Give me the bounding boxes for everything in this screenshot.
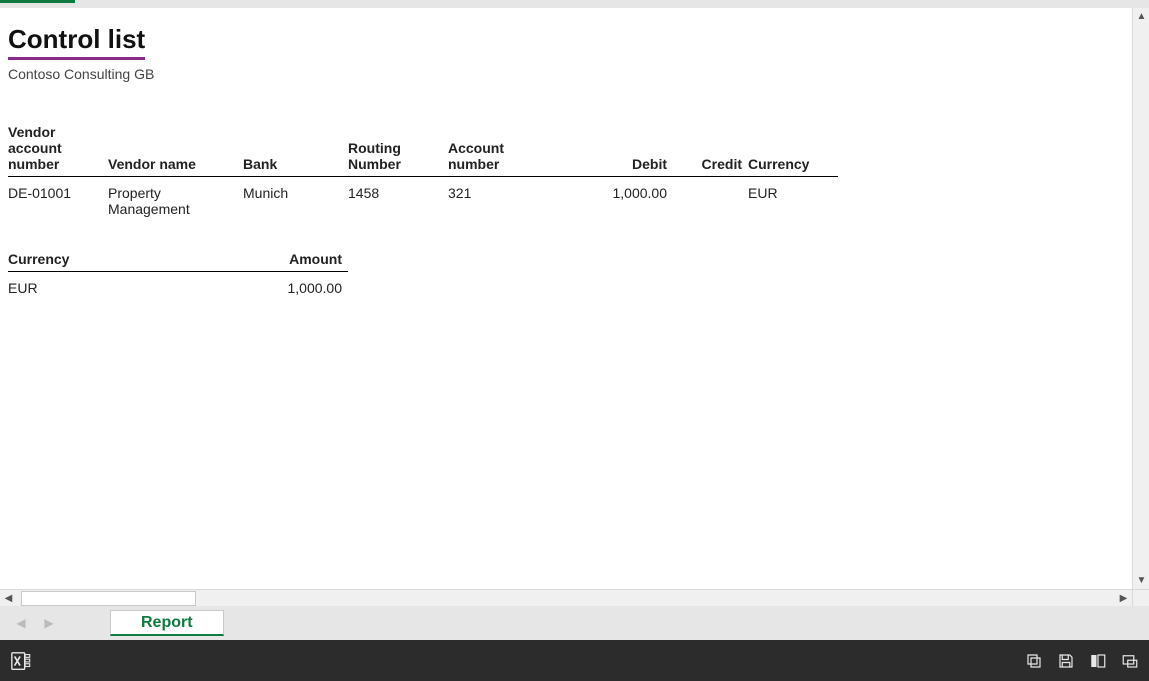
table-row: DE-01001 Property Management Munich 1458…: [8, 177, 838, 222]
scroll-down-button[interactable]: ▼: [1133, 572, 1149, 589]
report-page: Control list Contoso Consulting GB Vendo…: [0, 8, 1132, 589]
col-currency: Currency: [748, 122, 838, 177]
scroll-thumb[interactable]: [21, 591, 196, 606]
refresh-icon[interactable]: [1025, 652, 1043, 670]
top-accent-bar: [0, 0, 1149, 8]
document-area: Control list Contoso Consulting GB Vendo…: [0, 8, 1149, 606]
tab-label: Report: [141, 614, 193, 632]
cell-routing: 1458: [348, 177, 448, 222]
horizontal-scrollbar[interactable]: ◀ ▶: [0, 589, 1132, 606]
col-vendor-name: Vendor name: [108, 122, 243, 177]
summary-header-row: Currency Amount: [8, 249, 348, 272]
scol-amount: Amount: [258, 249, 348, 272]
cell-debit: 1,000.00: [563, 177, 673, 222]
col-routing: Routing Number: [348, 122, 448, 177]
scell-amount: 1,000.00: [258, 272, 348, 301]
cell-credit: [673, 177, 748, 222]
page-title: Control list: [8, 24, 145, 60]
scroll-left-button[interactable]: ◀: [0, 590, 17, 607]
vendors-header-row: Vendor account number Vendor name Bank R…: [8, 122, 838, 177]
col-account: Account number: [448, 122, 563, 177]
col-debit: Debit: [563, 122, 673, 177]
col-bank: Bank: [243, 122, 348, 177]
tab-prev-icon[interactable]: ◀: [14, 616, 28, 630]
scroll-corner: [1132, 589, 1149, 606]
cell-account: 321: [448, 177, 563, 222]
table-row: EUR 1,000.00: [8, 272, 348, 301]
col-credit: Credit: [673, 122, 748, 177]
scell-currency: EUR: [8, 272, 258, 301]
vendors-table: Vendor account number Vendor name Bank R…: [8, 122, 838, 221]
company-name: Contoso Consulting GB: [8, 66, 1124, 82]
reading-view-icon[interactable]: [1089, 652, 1107, 670]
cell-currency: EUR: [748, 177, 838, 222]
top-accent: [0, 0, 75, 3]
summary-table: Currency Amount EUR 1,000.00: [8, 249, 348, 300]
excel-icon: [10, 650, 32, 672]
save-icon[interactable]: [1057, 652, 1075, 670]
tab-report[interactable]: Report: [110, 610, 224, 636]
scol-currency: Currency: [8, 249, 258, 272]
col-vendor-account: Vendor account number: [8, 122, 108, 177]
status-bar: [0, 640, 1149, 681]
sheet-tab-strip: ◀ ▶ Report: [0, 606, 1149, 640]
cell-bank: Munich: [243, 177, 348, 222]
tab-next-icon[interactable]: ▶: [42, 616, 56, 630]
vertical-scrollbar[interactable]: ▲ ▼: [1132, 8, 1149, 589]
cell-vendor-account: DE-01001: [8, 177, 108, 222]
scroll-right-button[interactable]: ▶: [1115, 590, 1132, 607]
scroll-up-button[interactable]: ▲: [1133, 8, 1149, 25]
cell-vendor-name: Property Management: [108, 177, 243, 222]
fullscreen-icon[interactable]: [1121, 652, 1139, 670]
